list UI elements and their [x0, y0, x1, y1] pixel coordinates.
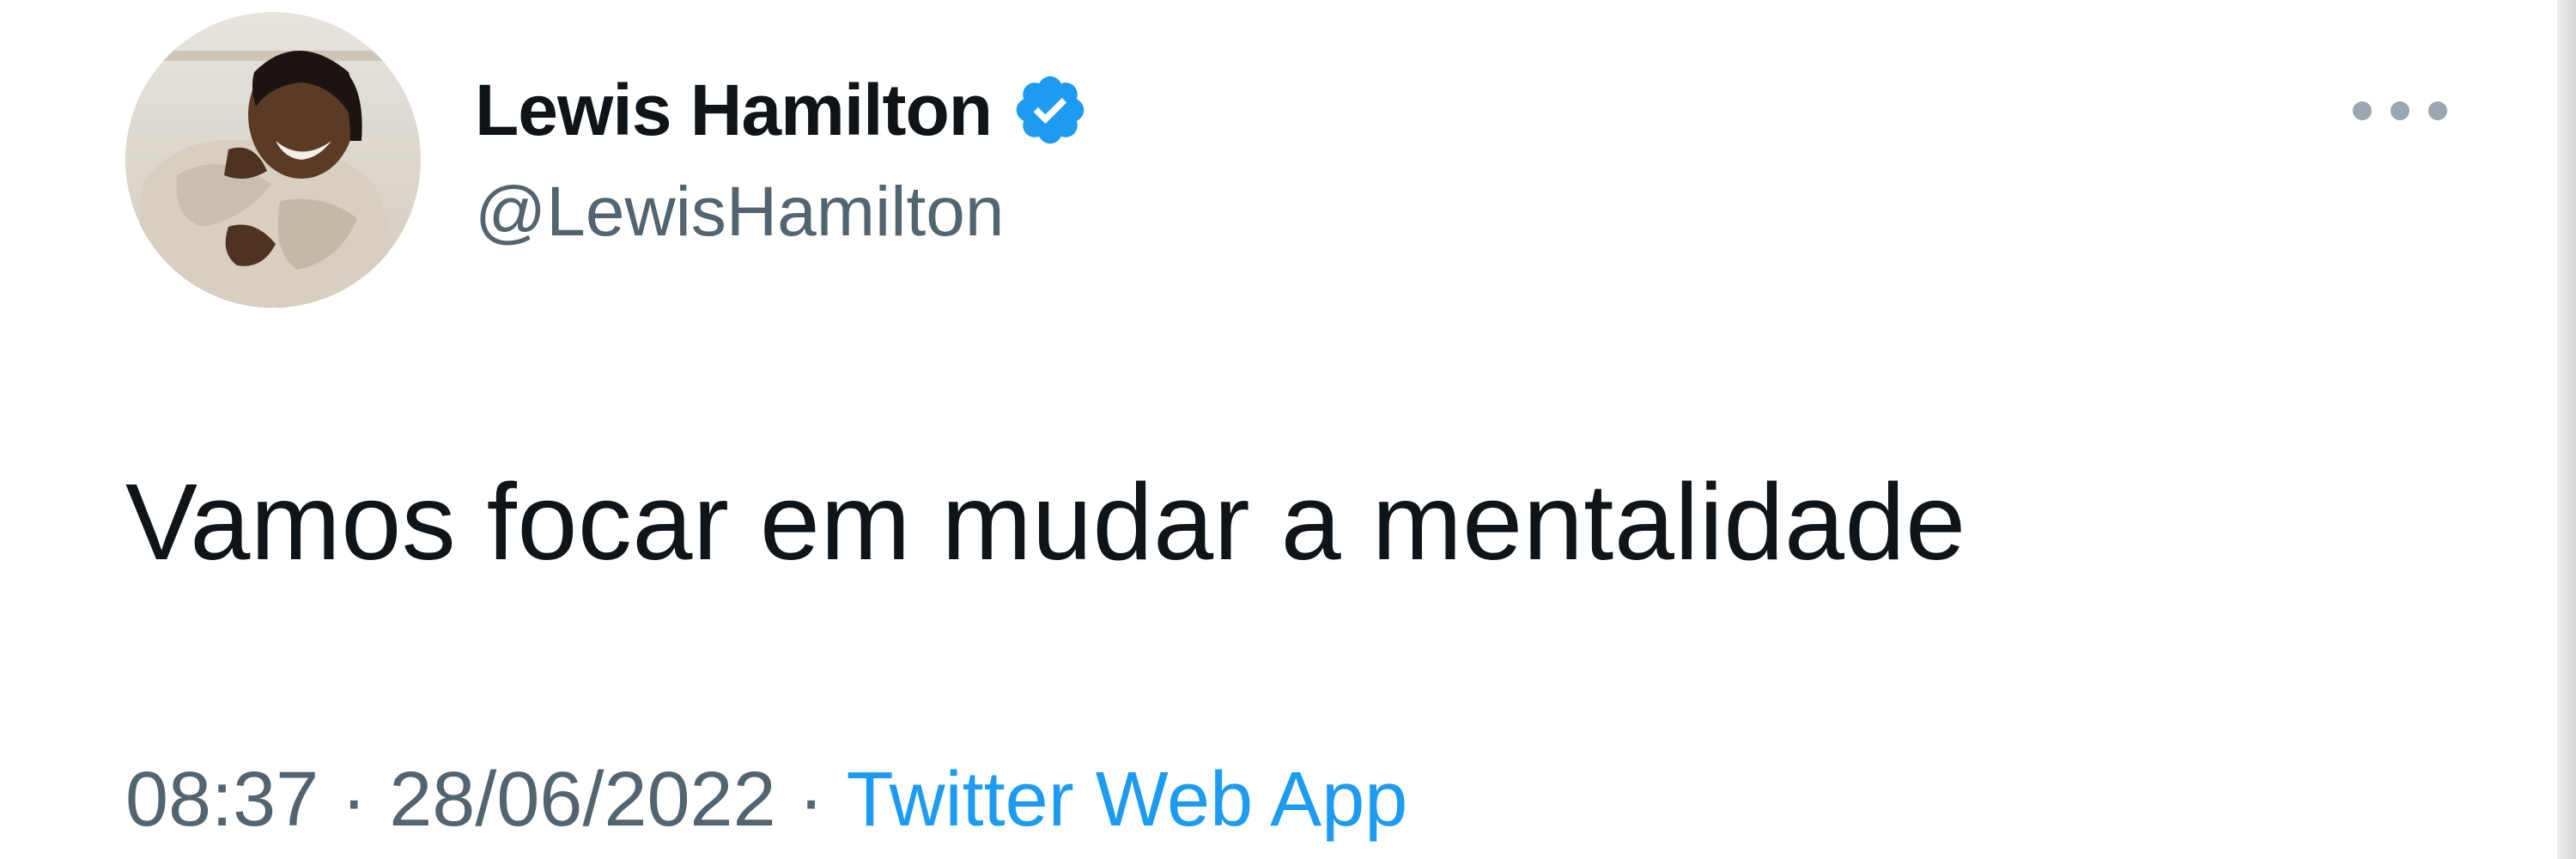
- display-name[interactable]: Lewis Hamilton: [475, 69, 993, 152]
- meta-separator: ·: [341, 757, 368, 843]
- author-handle[interactable]: @LewisHamilton: [475, 172, 1004, 253]
- divider: [2557, 0, 2576, 859]
- tweet-meta: 08:37 · 28/06/2022 · Twitter Web App: [125, 756, 1407, 844]
- tweet-card: Lewis Hamilton @LewisHamilton Vamos foca…: [0, 0, 2576, 859]
- more-options-icon-dot: [2428, 101, 2447, 120]
- more-options-button[interactable]: [2353, 89, 2447, 132]
- tweet-source-link[interactable]: Twitter Web App: [847, 756, 1408, 844]
- more-options-icon: [2353, 101, 2372, 120]
- more-options-icon-dot: [2391, 101, 2409, 120]
- verified-badge-icon: [1016, 76, 1084, 144]
- meta-separator: ·: [798, 757, 824, 843]
- avatar[interactable]: [125, 12, 421, 308]
- tweet-date[interactable]: 28/06/2022: [389, 756, 775, 844]
- tweet-time[interactable]: 08:37: [125, 756, 319, 844]
- tweet-text: Vamos focar em mudar a mentalidade: [125, 461, 1966, 582]
- author-name-row[interactable]: Lewis Hamilton: [475, 67, 1090, 153]
- avatar-image: [125, 12, 421, 308]
